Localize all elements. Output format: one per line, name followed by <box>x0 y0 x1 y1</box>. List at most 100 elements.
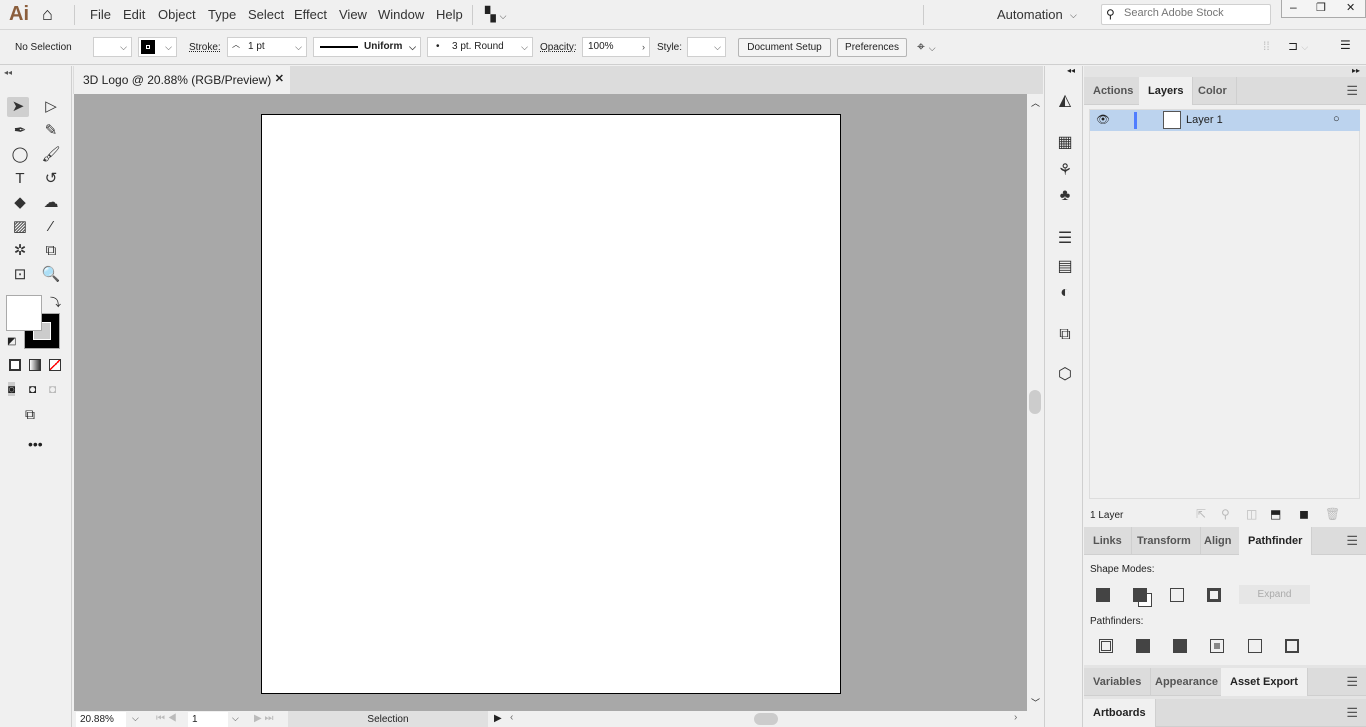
restore-icon[interactable]: ❐ <box>1316 1 1326 14</box>
scroll-left-icon[interactable]: ‹ <box>510 712 513 723</box>
tab-asset-export[interactable]: Asset Export <box>1221 668 1308 696</box>
expand-button[interactable]: Expand <box>1239 585 1310 604</box>
none-mode-icon[interactable] <box>49 359 61 371</box>
shape-builder-tool-icon[interactable]: ⧉ <box>40 241 62 261</box>
color-mode-icon[interactable] <box>9 359 21 371</box>
collapse-icon[interactable]: ◂◂ <box>4 68 12 77</box>
tab-transform[interactable]: Transform <box>1128 527 1201 555</box>
clipping-mask-icon[interactable]: ◫ <box>1246 507 1257 521</box>
brushes-icon[interactable]: ⚘ <box>1055 160 1075 180</box>
draw-normal-icon[interactable]: ◙ <box>8 382 16 396</box>
layer-row[interactable]: 👁 Layer 1 ○ <box>1090 110 1360 131</box>
crop-icon[interactable] <box>1210 639 1224 653</box>
puppet-warp-tool-icon[interactable]: ☁ <box>40 193 62 213</box>
select-similar-icon[interactable]: ⌖ ⌵ <box>917 38 936 55</box>
status-tool[interactable]: Selection <box>288 711 488 727</box>
document-tab[interactable]: 3D Logo @ 20.88% (RGB/Preview) ✕ <box>74 66 290 94</box>
stroke-icon[interactable]: ☰ <box>1055 228 1075 248</box>
merge-icon[interactable] <box>1173 639 1187 653</box>
gradient-icon[interactable]: ▤ <box>1055 256 1075 276</box>
outline-icon[interactable] <box>1248 639 1262 653</box>
menu-window[interactable]: Window <box>378 7 424 22</box>
libraries-icon[interactable]: ⬡ <box>1055 364 1075 384</box>
gradient-tool-icon[interactable]: ▨ <box>9 217 31 237</box>
panel-menu-icon[interactable]: ☰ <box>1346 83 1358 99</box>
artboard[interactable] <box>261 114 841 694</box>
eye-icon[interactable]: 👁 <box>1096 113 1110 126</box>
menu-effect[interactable]: Effect <box>294 7 327 22</box>
delete-icon[interactable]: 🗑 <box>1325 507 1340 521</box>
curvature-tool-icon[interactable]: ✎ <box>40 121 62 141</box>
align-icon[interactable]: ⁞⁞ <box>1263 39 1270 53</box>
horizontal-scroll-thumb[interactable] <box>754 713 778 725</box>
chevron-down-icon[interactable]: ⌵ <box>1070 10 1077 21</box>
first-artboard-icon[interactable]: ⏮ ◀ <box>156 713 177 724</box>
scroll-thumb[interactable] <box>1029 390 1041 414</box>
menu-select[interactable]: Select <box>248 7 284 22</box>
stroke-label[interactable]: Stroke: <box>189 42 221 53</box>
transform-icon[interactable]: ⊐ ⌵ <box>1288 39 1308 53</box>
tab-artboards[interactable]: Artboards <box>1084 699 1156 727</box>
direct-selection-tool-icon[interactable]: ▷ <box>40 97 62 117</box>
minus-back-icon[interactable] <box>1285 639 1299 653</box>
opacity-label[interactable]: Opacity: <box>540 42 577 53</box>
zoom-field[interactable]: 20.88% <box>76 712 126 727</box>
scroll-right-icon[interactable]: › <box>1014 712 1017 723</box>
divide-icon[interactable] <box>1099 639 1113 653</box>
transparency-icon[interactable]: ◐ <box>1055 284 1075 304</box>
menu-object[interactable]: Object <box>158 7 196 22</box>
stock-search[interactable]: ⚲ <box>1101 4 1271 25</box>
fill-swatch[interactable]: ⌵ <box>93 37 132 57</box>
style-picker[interactable]: ⌵ <box>687 37 726 57</box>
minimize-icon[interactable]: – <box>1290 0 1297 14</box>
menu-view[interactable]: View <box>339 7 367 22</box>
default-colors-icon[interactable]: ◩ <box>7 336 16 347</box>
collect-export-icon[interactable]: ⇱ <box>1196 507 1206 521</box>
target-icon[interactable]: ○ <box>1333 113 1340 125</box>
artboard-field[interactable]: 1 <box>188 712 228 727</box>
swap-colors-icon[interactable]: ⤵ <box>50 294 61 310</box>
tab-pathfinder[interactable]: Pathfinder <box>1239 527 1313 555</box>
intersect-icon[interactable] <box>1170 588 1184 602</box>
vertical-scrollbar[interactable]: ︿ ﹀ <box>1027 94 1043 711</box>
artboard-dropdown-icon[interactable]: ⌵ <box>232 713 239 724</box>
variable-width-profile[interactable]: Uniform ⌵ <box>313 37 421 57</box>
stroke-weight-field[interactable]: 1 pt ︿ ⌵ <box>227 37 307 57</box>
menu-edit[interactable]: Edit <box>123 7 145 22</box>
draw-inside-icon[interactable]: ◘ <box>49 382 56 396</box>
swatches-icon[interactable]: ▦ <box>1055 132 1075 152</box>
gradient-mode-icon[interactable] <box>29 359 41 371</box>
paintbrush-tool-icon[interactable]: 🖌 <box>40 145 62 165</box>
workspace-switcher[interactable]: Automation <box>997 7 1063 22</box>
stroke-swatch[interactable]: ⌵ <box>138 37 177 57</box>
eraser-tool-icon[interactable]: ◆ <box>9 193 31 213</box>
opacity-field[interactable]: 100% › <box>582 37 650 57</box>
tab-appearance[interactable]: Appearance <box>1146 668 1228 696</box>
document-setup-button[interactable]: Document Setup <box>738 38 831 57</box>
panel-menu-icon[interactable]: ☰ <box>1346 533 1358 549</box>
close-icon[interactable]: ✕ <box>1346 1 1355 14</box>
preferences-button[interactable]: Preferences <box>837 38 907 57</box>
layer-name[interactable]: Layer 1 <box>1186 114 1223 126</box>
home-icon[interactable]: ⌂ <box>42 4 53 25</box>
new-sublayer-icon[interactable]: ⬒ <box>1270 507 1281 521</box>
tab-actions[interactable]: Actions <box>1084 77 1144 105</box>
panel-menu-icon[interactable]: ☰ <box>1346 705 1358 721</box>
menu-type[interactable]: Type <box>208 7 236 22</box>
minus-front-icon[interactable] <box>1133 588 1147 602</box>
exclude-icon[interactable] <box>1207 588 1221 602</box>
tab-links[interactable]: Links <box>1084 527 1132 555</box>
artboard-tool-icon[interactable]: ⊡ <box>9 265 31 285</box>
panel-menu-icon[interactable]: ☰ <box>1340 38 1351 52</box>
next-artboard-icon[interactable]: ▶ ⏭ <box>254 713 273 724</box>
edit-toolbar-icon[interactable]: ••• <box>28 436 43 452</box>
menu-file[interactable]: File <box>90 7 111 22</box>
tab-variables[interactable]: Variables <box>1084 668 1152 696</box>
menu-help[interactable]: Help <box>436 7 463 22</box>
screen-mode-icon[interactable]: ⧉ <box>25 406 35 423</box>
pen-tool-icon[interactable]: ✒ <box>9 121 31 141</box>
symbol-sprayer-tool-icon[interactable]: ✲ <box>9 241 31 261</box>
zoom-dropdown-icon[interactable]: ⌵ <box>132 713 139 724</box>
brush-definition[interactable]: • 3 pt. Round ⌵ <box>427 37 533 57</box>
tab-layers[interactable]: Layers <box>1139 77 1194 105</box>
